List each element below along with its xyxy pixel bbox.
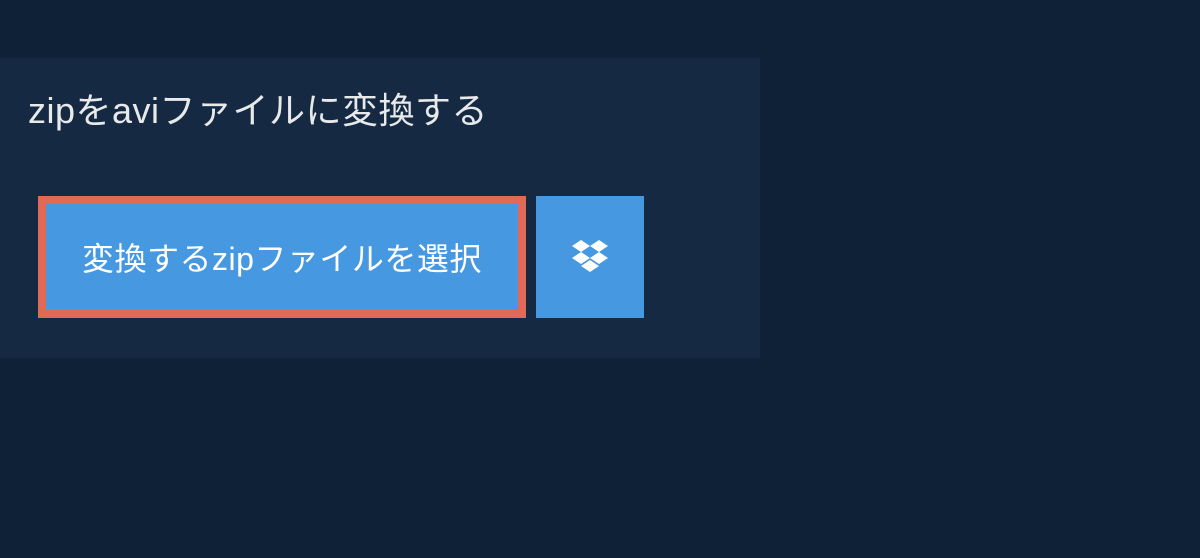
- select-file-label: 変換するzipファイルを選択: [82, 234, 482, 280]
- page-title: zipをaviファイルに変換する: [28, 82, 580, 134]
- dropbox-icon: [572, 240, 608, 274]
- converter-panel: zipをaviファイルに変換する 変換するzipファイルを選択: [0, 58, 760, 358]
- dropbox-button[interactable]: [536, 196, 644, 318]
- select-file-button[interactable]: 変換するzipファイルを選択: [38, 196, 526, 318]
- button-row: 変換するzipファイルを選択: [0, 158, 760, 318]
- title-bar: zipをaviファイルに変換する: [0, 58, 608, 158]
